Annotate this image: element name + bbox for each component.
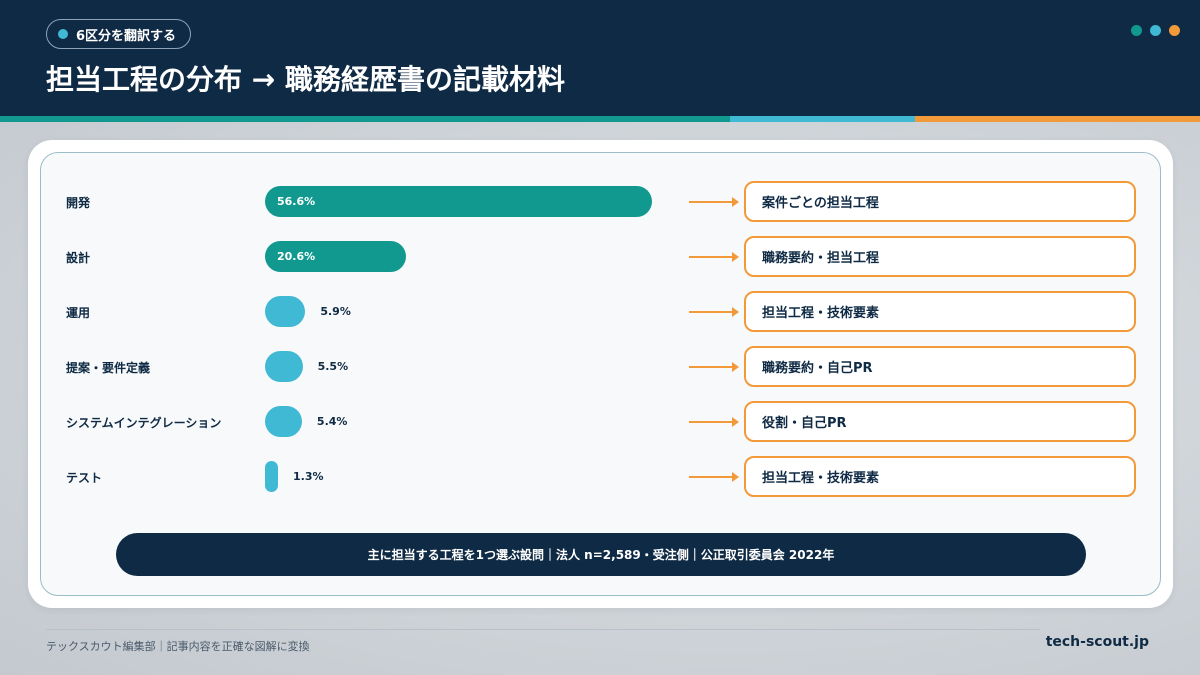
bar [265,461,278,492]
resume-mapping-box: 職務要約・自己PR [744,346,1136,387]
section-tag: 6区分を翻訳する [46,19,191,49]
footer-credit: テックスカウト編集部｜記事内容を正確な図解に変換 [46,640,310,653]
value-label: 5.9% [320,304,351,318]
value-label: 5.5% [317,359,349,373]
category-label: 開発 [66,195,91,210]
resume-mapping-box: 案件ごとの担当工程 [744,181,1136,222]
footer-divider [46,629,1040,630]
arrow-right-icon [689,251,739,262]
source-note: 主に担当する工程を1つ選ぶ設問｜法人 n=2,589・受注側｜公正取引委員会 2… [116,533,1086,576]
chart-area: 主に担当する工程を1つ選ぶ設問｜法人 n=2,589・受注側｜公正取引委員会 2… [40,152,1161,596]
value-label: 5.4% [316,414,348,428]
bar [265,406,302,437]
bar: 20.6% [265,241,406,272]
stripe-orange [915,116,1200,122]
page-title: 担当工程の分布 → 職務経歴書の記載材料 [46,63,565,96]
stripe-teal [0,116,730,122]
resume-mapping-box: 役割・自己PR [744,401,1136,442]
arrow-right-icon [689,196,739,207]
value-label: 20.6% [277,250,316,263]
category-label: システムインテグレーション [66,415,222,430]
dot-teal-icon [1131,25,1142,36]
arrow-right-icon [689,471,739,482]
bar [265,296,306,327]
category-label: 提案・要件定義 [66,360,151,375]
arrow-right-icon [689,306,739,317]
arrow-right-icon [689,416,739,427]
value-label: 56.6% [277,195,316,208]
category-label: テスト [66,470,103,485]
bar [265,351,303,382]
value-label: 1.3% [293,469,324,483]
dot-cyan-icon [1150,25,1161,36]
dot-orange-icon [1169,25,1180,36]
footer-site: tech-scout.jp [1045,634,1149,650]
resume-mapping-box: 担当工程・技術要素 [744,291,1136,332]
category-label: 運用 [66,305,91,320]
chart-card: 主に担当する工程を1つ選ぶ設問｜法人 n=2,589・受注側｜公正取引委員会 2… [28,140,1173,608]
resume-mapping-box: 職務要約・担当工程 [744,236,1136,277]
window-dots [1131,25,1180,36]
tag-label: 6区分を翻訳する [76,28,177,44]
tag-dot-icon [58,29,68,39]
stripe-cyan [730,116,915,122]
bar: 56.6% [265,186,652,217]
arrow-right-icon [689,361,739,372]
resume-mapping-box: 担当工程・技術要素 [744,456,1136,497]
header: 6区分を翻訳する 担当工程の分布 → 職務経歴書の記載材料 [0,0,1200,116]
category-label: 設計 [66,250,91,265]
